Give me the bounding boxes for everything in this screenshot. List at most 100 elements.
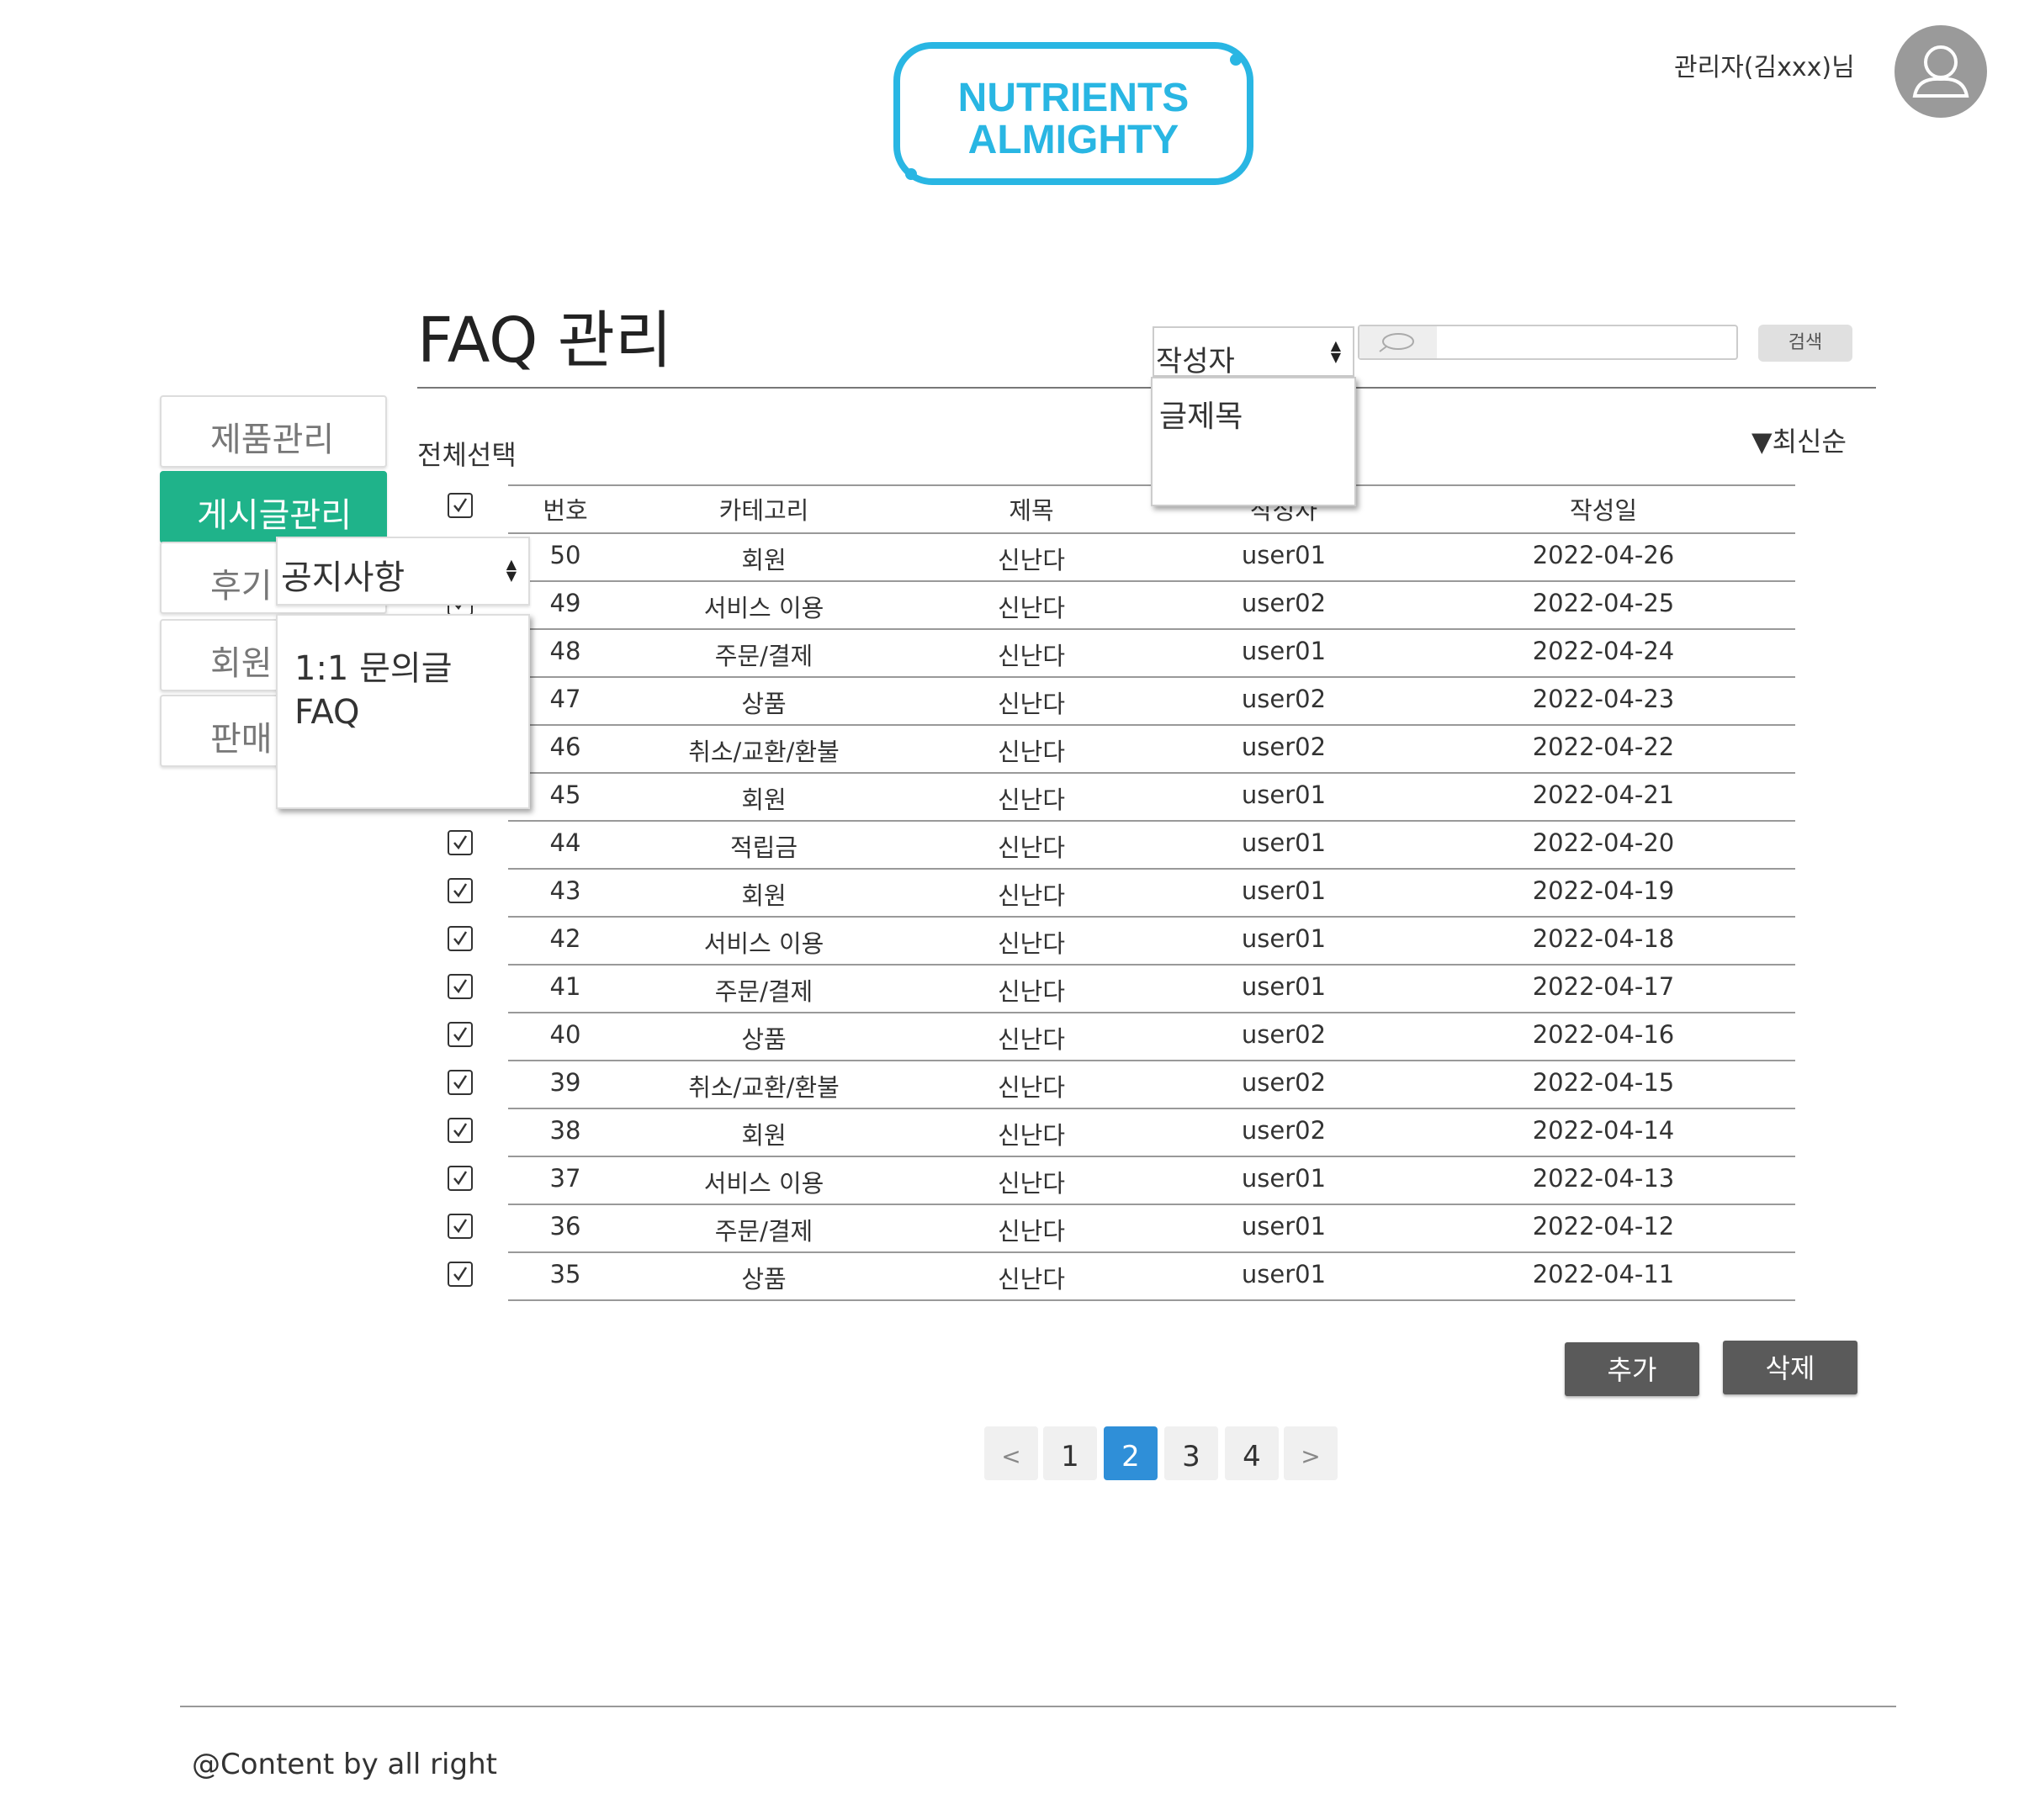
row-checkbox[interactable] bbox=[448, 1166, 473, 1191]
cell-title[interactable]: 신난다 bbox=[998, 972, 1065, 1008]
cell-number: 46 bbox=[549, 733, 581, 761]
cell-author: user01 bbox=[1241, 1212, 1327, 1241]
cell-title[interactable]: 신난다 bbox=[998, 1020, 1065, 1055]
search-option-title[interactable]: 글제목 bbox=[1159, 392, 1243, 436]
search-field-select[interactable]: 작성자 ▲ ▼ bbox=[1153, 326, 1354, 378]
cell-title[interactable]: 신난다 bbox=[998, 876, 1065, 912]
cell-category: 상품 bbox=[741, 690, 787, 718]
table-row-divider bbox=[508, 580, 1795, 582]
cell-author: user02 bbox=[1241, 1116, 1327, 1145]
search-field-dropdown: 글제목 bbox=[1151, 377, 1356, 506]
search-input[interactable] bbox=[1358, 325, 1738, 360]
cell-title[interactable]: 신난다 bbox=[998, 685, 1065, 720]
cell-author: user01 bbox=[1241, 828, 1327, 857]
board-option-inquiry[interactable]: 1:1 문의글 bbox=[294, 641, 453, 690]
cell-title[interactable]: 신난다 bbox=[998, 733, 1065, 768]
cell-author: user02 bbox=[1241, 1068, 1327, 1097]
board-type-select[interactable]: 공지사항 ▲ ▼ bbox=[276, 537, 530, 606]
cell-date: 2022-04-25 bbox=[1532, 589, 1675, 617]
cell-title[interactable]: 신난다 bbox=[998, 541, 1065, 576]
cell-title[interactable]: 신난다 bbox=[998, 1260, 1065, 1295]
cell-category: 주문/결제 bbox=[714, 642, 813, 670]
row-checkbox[interactable] bbox=[448, 1118, 473, 1143]
sidebar-item-label: 회원 bbox=[210, 644, 273, 683]
add-button[interactable]: 추가 bbox=[1565, 1342, 1699, 1396]
row-checkbox[interactable] bbox=[448, 1214, 473, 1239]
table-row-divider bbox=[508, 724, 1795, 726]
brand-logo[interactable]: NUTRIENTS ALMIGHTY bbox=[893, 42, 1253, 185]
pagination-page[interactable]: 1 bbox=[1043, 1426, 1097, 1480]
pagination-prev[interactable]: < bbox=[984, 1426, 1038, 1480]
table-row-divider bbox=[508, 964, 1795, 966]
row-checkbox[interactable] bbox=[448, 1022, 473, 1047]
cell-number: 49 bbox=[549, 589, 581, 617]
cell-number: 45 bbox=[549, 780, 581, 809]
check-icon bbox=[453, 979, 468, 994]
row-checkbox[interactable] bbox=[448, 1262, 473, 1287]
table-row-divider bbox=[508, 1156, 1795, 1157]
cell-date: 2022-04-15 bbox=[1532, 1068, 1675, 1097]
table-row-divider bbox=[508, 868, 1795, 870]
cell-author: user01 bbox=[1241, 1164, 1327, 1193]
check-icon bbox=[453, 1027, 468, 1042]
cell-title[interactable]: 신난다 bbox=[998, 780, 1065, 816]
row-checkbox[interactable] bbox=[448, 830, 473, 855]
col-header-title: 제목 bbox=[1009, 496, 1054, 525]
admin-name: 관리자(김xxx)님 bbox=[1674, 53, 1855, 82]
cell-title[interactable]: 신난다 bbox=[998, 924, 1065, 960]
pagination-page[interactable]: 3 bbox=[1164, 1426, 1218, 1480]
table-row-divider bbox=[508, 676, 1795, 678]
cell-number: 40 bbox=[549, 1020, 581, 1049]
pagination-page[interactable]: 4 bbox=[1225, 1426, 1279, 1480]
cell-date: 2022-04-24 bbox=[1532, 637, 1675, 665]
col-header-category: 카테고리 bbox=[718, 496, 809, 525]
cell-category: 상품 bbox=[741, 1025, 787, 1054]
pagination-page-current[interactable]: 2 bbox=[1104, 1426, 1158, 1480]
sidebar-item-products[interactable]: 제품관리 bbox=[160, 395, 387, 468]
board-select-value: 공지사항 bbox=[281, 558, 405, 597]
cell-number: 35 bbox=[549, 1260, 581, 1288]
cell-category: 회원 bbox=[741, 546, 787, 574]
cell-date: 2022-04-13 bbox=[1532, 1164, 1675, 1193]
cell-author: user01 bbox=[1241, 637, 1327, 665]
select-all-checkbox[interactable] bbox=[448, 493, 473, 518]
footer-divider bbox=[180, 1706, 1896, 1707]
cell-category: 취소/교환/환불 bbox=[688, 738, 840, 766]
title-divider bbox=[417, 387, 1876, 389]
row-checkbox[interactable] bbox=[448, 878, 473, 903]
cell-title[interactable]: 신난다 bbox=[998, 1164, 1065, 1199]
select-updown-icon: ▲ ▼ bbox=[1330, 337, 1341, 365]
cell-date: 2022-04-21 bbox=[1532, 780, 1675, 809]
cell-author: user02 bbox=[1241, 685, 1327, 713]
cell-title[interactable]: 신난다 bbox=[998, 589, 1065, 624]
cell-category: 회원 bbox=[741, 1121, 787, 1150]
table-row-divider bbox=[508, 532, 1795, 534]
cell-date: 2022-04-17 bbox=[1532, 972, 1675, 1001]
cell-title[interactable]: 신난다 bbox=[998, 1116, 1065, 1151]
sort-toggle[interactable]: ▼최신순 bbox=[1751, 421, 1847, 459]
cell-title[interactable]: 신난다 bbox=[998, 637, 1065, 672]
user-avatar-icon[interactable] bbox=[1894, 25, 1987, 118]
search-button[interactable]: 검색 bbox=[1758, 325, 1852, 362]
delete-button[interactable]: 삭제 bbox=[1723, 1341, 1857, 1394]
pagination-next[interactable]: > bbox=[1284, 1426, 1338, 1480]
select-all-label[interactable]: 전체선택 bbox=[417, 434, 517, 473]
cell-category: 회원 bbox=[741, 881, 787, 910]
cell-category: 서비스 이용 bbox=[703, 929, 824, 958]
row-checkbox[interactable] bbox=[448, 926, 473, 951]
cell-date: 2022-04-26 bbox=[1532, 541, 1675, 569]
sidebar-item-label: 후기 bbox=[210, 567, 273, 606]
board-option-faq[interactable]: FAQ bbox=[294, 693, 359, 732]
logo-text-line1: NUTRIENTS bbox=[957, 76, 1190, 120]
sidebar-item-label: 제품관리 bbox=[210, 421, 335, 459]
cell-title[interactable]: 신난다 bbox=[998, 828, 1065, 864]
footer-text: @Content by all right bbox=[192, 1748, 497, 1781]
sidebar-item-posts[interactable]: 게시글관리 bbox=[160, 471, 387, 543]
cell-author: user02 bbox=[1241, 733, 1327, 761]
logo-dot bbox=[1230, 54, 1242, 66]
cell-title[interactable]: 신난다 bbox=[998, 1068, 1065, 1103]
cell-title[interactable]: 신난다 bbox=[998, 1212, 1065, 1247]
row-checkbox[interactable] bbox=[448, 1070, 473, 1095]
row-checkbox[interactable] bbox=[448, 974, 473, 999]
cell-number: 37 bbox=[549, 1164, 581, 1193]
